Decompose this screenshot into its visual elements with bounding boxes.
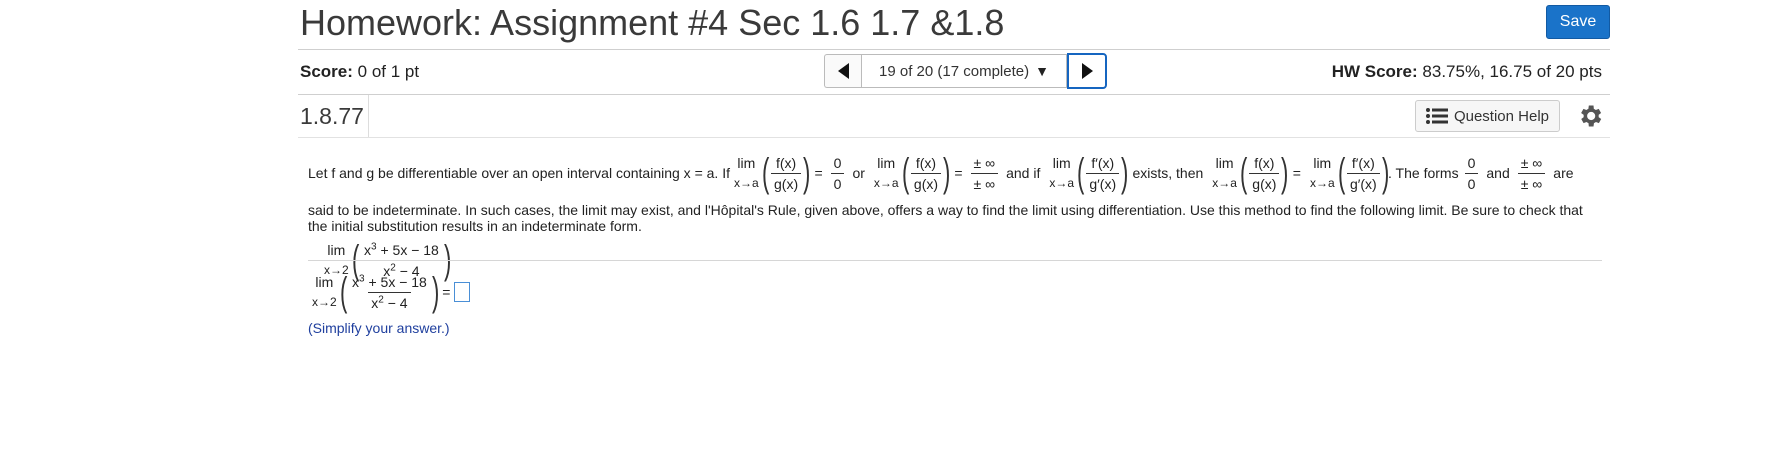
hw-score-value: 83.75%, 16.75 of 20 pts bbox=[1422, 62, 1602, 81]
lim-word: lim bbox=[315, 274, 334, 290]
numerator: 0 bbox=[1467, 154, 1476, 171]
lim-word: lim bbox=[327, 242, 346, 258]
equals: = bbox=[954, 165, 963, 181]
divider bbox=[298, 137, 1610, 138]
list-icon bbox=[1425, 108, 1448, 124]
question-bar: 1.8.77 Question Help bbox=[298, 95, 1610, 137]
denominator: g(x) bbox=[771, 172, 802, 192]
numerator: f(x) bbox=[915, 154, 937, 171]
lhopital-rule-line: Let f and g be differentiable over an op… bbox=[308, 148, 1600, 198]
lim-subscript: x→a bbox=[1309, 176, 1335, 190]
paren-group: (f(x) g(x)) bbox=[761, 151, 811, 195]
numerator: f′(x) bbox=[1091, 154, 1115, 171]
next-question-button[interactable] bbox=[1067, 53, 1107, 89]
caret-down-icon: ▼ bbox=[1035, 63, 1049, 79]
question-navigator: 19 of 20 (17 complete) ▼ bbox=[824, 53, 1107, 89]
denominator: g(x) bbox=[1249, 172, 1280, 192]
numerator: ± ∞ bbox=[1520, 154, 1543, 171]
instructions-text: said to be indeterminate. In such cases,… bbox=[308, 202, 1583, 234]
numerator: x3 + 5x − 18 bbox=[352, 272, 427, 290]
answer-expression: lim x→2 ( x3 + 5x − 18 x2 − 4 ) = bbox=[308, 266, 471, 318]
gear-icon[interactable] bbox=[1576, 102, 1604, 130]
fraction: 00 bbox=[830, 154, 845, 192]
text: exists, then bbox=[1132, 165, 1204, 181]
denominator: g′(x) bbox=[1346, 172, 1380, 192]
question-help-label: Question Help bbox=[1453, 107, 1549, 125]
lim-word: lim bbox=[1215, 155, 1234, 171]
equals: = bbox=[814, 165, 823, 181]
fraction: f′(x) g′(x) bbox=[1086, 154, 1120, 192]
denominator: ± ∞ bbox=[970, 172, 999, 192]
denominator: g(x) bbox=[910, 172, 942, 192]
limit: lim x→a bbox=[1212, 156, 1237, 190]
score: Score: 0 of 1 pt bbox=[300, 62, 419, 82]
lim-word: lim bbox=[1052, 155, 1071, 171]
numerator: f(x) bbox=[1254, 154, 1275, 171]
denominator: x2 − 4 bbox=[368, 291, 411, 311]
lim-word: lim bbox=[1313, 155, 1332, 171]
denominator: 0 bbox=[1464, 172, 1479, 192]
fraction: f(x) g(x) bbox=[1249, 154, 1280, 192]
simplify-hint: (Simplify your answer.) bbox=[308, 320, 450, 336]
text: are bbox=[1553, 165, 1574, 181]
denominator: 0 bbox=[830, 172, 845, 192]
lim-word: lim bbox=[877, 155, 896, 171]
denominator: ± ∞ bbox=[1517, 172, 1546, 192]
fraction: x3 + 5x − 18 x2 − 4 bbox=[349, 272, 430, 311]
triangle-left-icon bbox=[837, 63, 849, 79]
numerator: ± ∞ bbox=[973, 154, 996, 171]
paren-group: (f′(x) g′(x)) bbox=[1337, 151, 1390, 195]
hw-score-label: HW Score: bbox=[1331, 62, 1418, 81]
text: and if bbox=[1006, 165, 1041, 181]
equals: = bbox=[442, 284, 451, 300]
paren-group: (f(x) g(x)) bbox=[1239, 151, 1289, 195]
question-help-button[interactable]: Question Help bbox=[1414, 100, 1560, 132]
numerator: x3 + 5x − 18 bbox=[364, 240, 439, 258]
fraction: 00 bbox=[1464, 154, 1479, 192]
fraction: ± ∞ ± ∞ bbox=[970, 154, 999, 192]
question-select-dropdown[interactable]: 19 of 20 (17 complete) ▼ bbox=[861, 54, 1067, 88]
answer-area: lim x→2 ( x3 + 5x − 18 x2 − 4 ) = (Simpli… bbox=[308, 266, 471, 336]
score-bar: Score: 0 of 1 pt 19 of 20 (17 complete) … bbox=[298, 50, 1610, 94]
fraction: f(x) g(x) bbox=[910, 154, 942, 192]
save-button[interactable]: Save bbox=[1546, 5, 1610, 39]
lim-subscript: x→2 bbox=[312, 295, 337, 309]
limit: lim x→a bbox=[874, 156, 899, 190]
fraction: f(x) g(x) bbox=[771, 154, 802, 192]
text: or bbox=[852, 165, 865, 181]
equals: = bbox=[1292, 165, 1301, 181]
previous-question-button[interactable] bbox=[824, 54, 861, 88]
text: and bbox=[1486, 165, 1510, 181]
paren-group: (f′(x) g′(x)) bbox=[1077, 151, 1129, 195]
lim-subscript: x→a bbox=[733, 176, 759, 190]
limit: lim x→a bbox=[1049, 156, 1074, 190]
fraction: ± ∞ ± ∞ bbox=[1517, 154, 1546, 192]
paren-group: ( x3 + 5x − 18 x2 − 4 ) bbox=[339, 270, 440, 314]
problem-statement: Let f and g be differentiable over an op… bbox=[308, 148, 1600, 286]
score-label: Score: bbox=[300, 62, 353, 81]
score-value: 0 of 1 pt bbox=[357, 62, 420, 81]
question-select-value: 19 of 20 (17 complete) bbox=[879, 62, 1030, 80]
page-title: Homework: Assignment #4 Sec 1.6 1.7 &1.8 bbox=[300, 2, 1005, 43]
limit: lim x→a bbox=[734, 156, 759, 190]
lim-subscript: x→a bbox=[1049, 176, 1075, 190]
hw-score: HW Score: 83.75%, 16.75 of 20 pts bbox=[1332, 62, 1602, 82]
limit: lim x→2 bbox=[312, 275, 337, 309]
question-number: 1.8.77 bbox=[300, 95, 369, 137]
lim-subscript: x→a bbox=[873, 176, 899, 190]
denominator: g′(x) bbox=[1086, 172, 1120, 192]
triangle-right-icon bbox=[1081, 63, 1093, 79]
numerator: f′(x) bbox=[1351, 154, 1375, 171]
answer-input[interactable] bbox=[454, 282, 471, 302]
fraction: f′(x) g′(x) bbox=[1346, 154, 1380, 192]
paren-group: (f(x) g(x)) bbox=[901, 151, 951, 195]
numerator: 0 bbox=[833, 154, 842, 171]
text: Let f and g be differentiable over an op… bbox=[308, 165, 730, 181]
text: . The forms bbox=[1388, 165, 1459, 181]
divider bbox=[308, 260, 1602, 261]
lim-subscript: x→a bbox=[1212, 176, 1237, 190]
numerator: f(x) bbox=[775, 154, 797, 171]
lim-word: lim bbox=[737, 155, 756, 171]
limit: lim x→a bbox=[1310, 156, 1335, 190]
